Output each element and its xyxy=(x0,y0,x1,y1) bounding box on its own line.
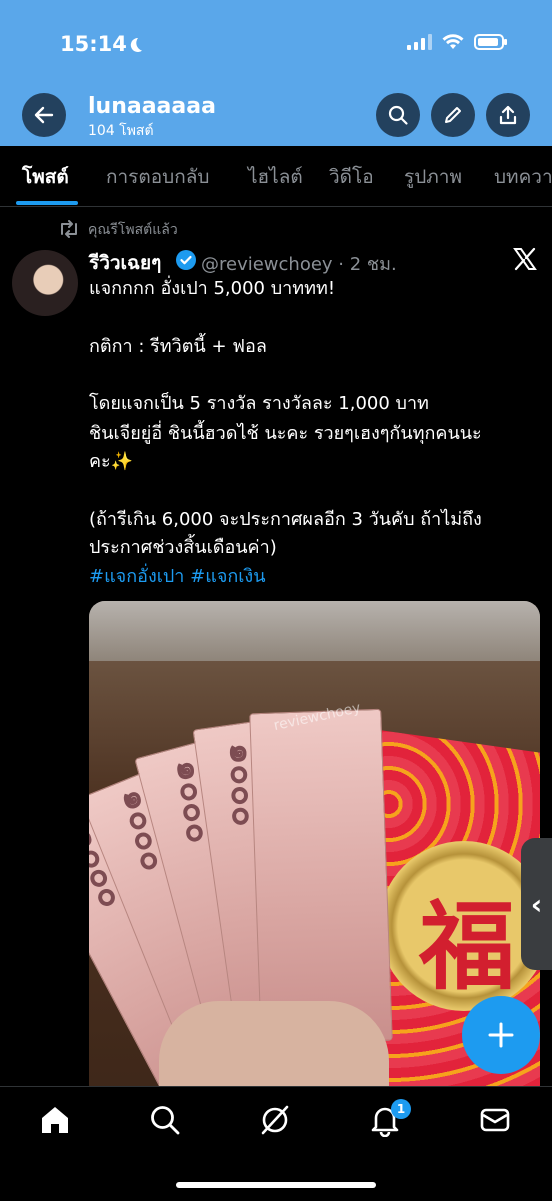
handle-text: @reviewchoey xyxy=(201,254,333,275)
nav-messages[interactable] xyxy=(478,1103,512,1141)
profile-tabs: โพสต์ การตอบกลับ ไฮไลต์ วิดีโอ รูปภาพ บท… xyxy=(0,146,552,207)
hashtags[interactable]: #แจกอั่งเปา #แจกเงิน xyxy=(89,565,266,589)
back-button[interactable] xyxy=(22,93,66,137)
author-name[interactable]: รีวิวเฉยๆ xyxy=(89,248,161,278)
tweet-text-line: กติกา : รีทวิตนี้ + ฟอล xyxy=(89,336,267,357)
home-indicator xyxy=(176,1182,376,1188)
banknote: ๑๐๐๐ xyxy=(221,708,393,1046)
image-background xyxy=(89,601,540,661)
tab-replies[interactable]: การตอบกลับ xyxy=(106,162,209,192)
profile-name: lunaaaaaa xyxy=(88,94,216,119)
envelope-character: 福 xyxy=(419,891,515,1003)
tweet-text-line: แจกกกก อั่งเปา 5,000 บาททท! xyxy=(89,278,336,299)
share-icon xyxy=(499,105,517,125)
status-time: 15:14 xyxy=(60,32,127,56)
active-tab-indicator xyxy=(16,201,78,205)
tweet-text-line: คะ✨ xyxy=(89,451,134,472)
compose-button[interactable] xyxy=(462,996,540,1074)
repost-label: คุณรีโพสต์แล้ว xyxy=(88,222,178,238)
avatar[interactable] xyxy=(12,250,78,316)
tab-highlights[interactable]: ไฮไลต์ xyxy=(248,162,303,192)
status-icons xyxy=(407,34,507,50)
verified-badge-icon xyxy=(176,250,196,270)
profile-header: 15:14 lunaaaaaa 104 โพสต์ xyxy=(0,0,552,146)
repost-icon xyxy=(61,220,77,238)
nav-search[interactable] xyxy=(148,1103,182,1141)
share-button[interactable] xyxy=(486,93,530,137)
wifi-icon xyxy=(442,34,464,49)
grok-icon xyxy=(261,1105,289,1135)
pencil-icon xyxy=(445,107,461,123)
battery-icon xyxy=(474,34,507,50)
side-panel-handle[interactable]: ‹ xyxy=(521,838,552,970)
search-icon xyxy=(388,105,408,125)
mail-icon xyxy=(480,1108,510,1132)
nav-home[interactable] xyxy=(38,1103,72,1141)
tweet-time: 2 ชม. xyxy=(349,254,397,275)
signal-icon xyxy=(407,34,432,50)
tweet-text-line: ประกาศช่วงสิ้นเดือนค่า) xyxy=(89,537,277,558)
tab-articles[interactable]: บทควา xyxy=(494,162,552,192)
author-handle[interactable]: @reviewchoey · 2 ชม. xyxy=(201,249,397,278)
moon-icon xyxy=(130,37,142,52)
search-button[interactable] xyxy=(376,93,420,137)
tweet-text-line: โดยแจกเป็น 5 รางวัล รางวัลละ 1,000 บาท xyxy=(89,393,429,414)
search-icon xyxy=(151,1106,180,1135)
home-icon xyxy=(42,1107,68,1133)
plus-icon xyxy=(488,1022,514,1048)
tab-videos[interactable]: วิดีโอ xyxy=(329,162,374,192)
tab-photos[interactable]: รูปภาพ xyxy=(404,162,462,192)
nav-grok[interactable] xyxy=(258,1103,292,1141)
tweet-text-line: (ถ้ารีเกิน 6,000 จะประกาศผลอีก 3 วันคับ … xyxy=(89,509,482,530)
tab-posts[interactable]: โพสต์ xyxy=(22,162,69,192)
edit-button[interactable] xyxy=(431,93,475,137)
arrow-left-icon xyxy=(34,106,54,124)
post-count: 104 โพสต์ xyxy=(88,123,154,139)
notification-badge: 1 xyxy=(391,1099,411,1119)
x-logo-icon xyxy=(513,247,537,271)
tweet-text-line: ชินเจียยู่อี่ ชินนี้ฮวดไช้ นะคะ รวยๆเฮงๆ… xyxy=(89,423,482,444)
